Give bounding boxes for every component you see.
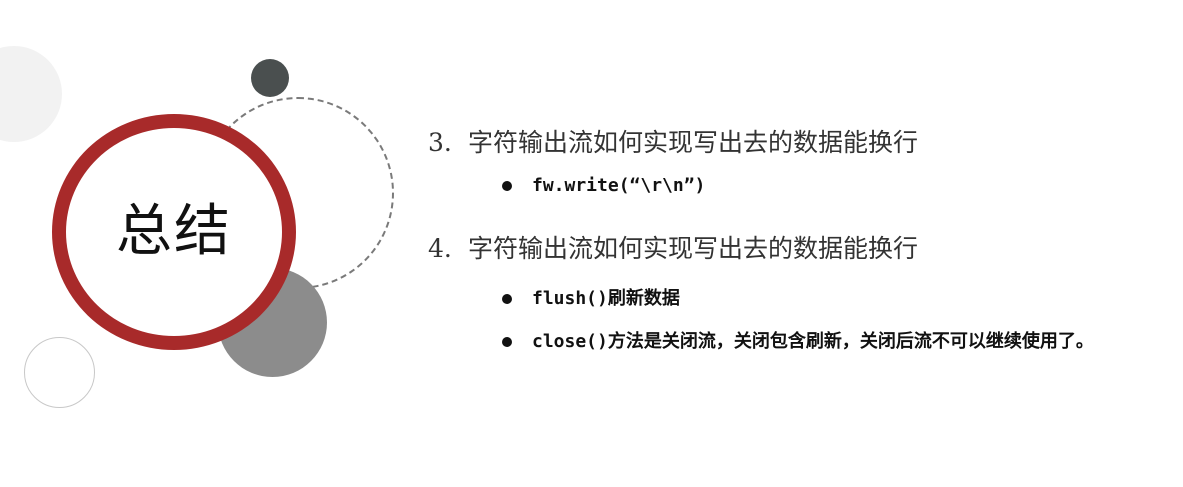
list-item: flush()刷新数据 bbox=[502, 290, 680, 308]
list-item: close()方法是关闭流，关闭包含刷新，关闭后流不可以继续使用了。 bbox=[502, 333, 1094, 351]
summary-ring: 总结 bbox=[52, 114, 296, 350]
section-number: 4. bbox=[428, 234, 452, 263]
list-item-text: fw.write(“\r\n”) bbox=[532, 175, 706, 196]
bullet-icon bbox=[502, 181, 512, 191]
section-heading-text: 字符输出流如何实现写出去的数据能换行 bbox=[468, 128, 919, 157]
bullet-icon bbox=[502, 294, 512, 304]
list-item: fw.write(“\r\n”) bbox=[502, 177, 705, 195]
section-number: 3. bbox=[428, 128, 452, 157]
decorative-circle-light bbox=[0, 46, 62, 142]
section-heading-4: 4. 字符输出流如何实现写出去的数据能换行 bbox=[428, 236, 918, 261]
section-heading-3: 3. 字符输出流如何实现写出去的数据能换行 bbox=[428, 130, 918, 155]
list-item-text: close()方法是关闭流，关闭包含刷新，关闭后流不可以继续使用了。 bbox=[532, 331, 1094, 352]
list-item-text: flush()刷新数据 bbox=[532, 288, 680, 309]
decorative-circle-dark bbox=[251, 59, 289, 97]
section-heading-text: 字符输出流如何实现写出去的数据能换行 bbox=[468, 234, 919, 263]
page-title: 总结 bbox=[116, 199, 232, 264]
decorative-circle-outline bbox=[24, 337, 95, 408]
bullet-icon bbox=[502, 337, 512, 347]
